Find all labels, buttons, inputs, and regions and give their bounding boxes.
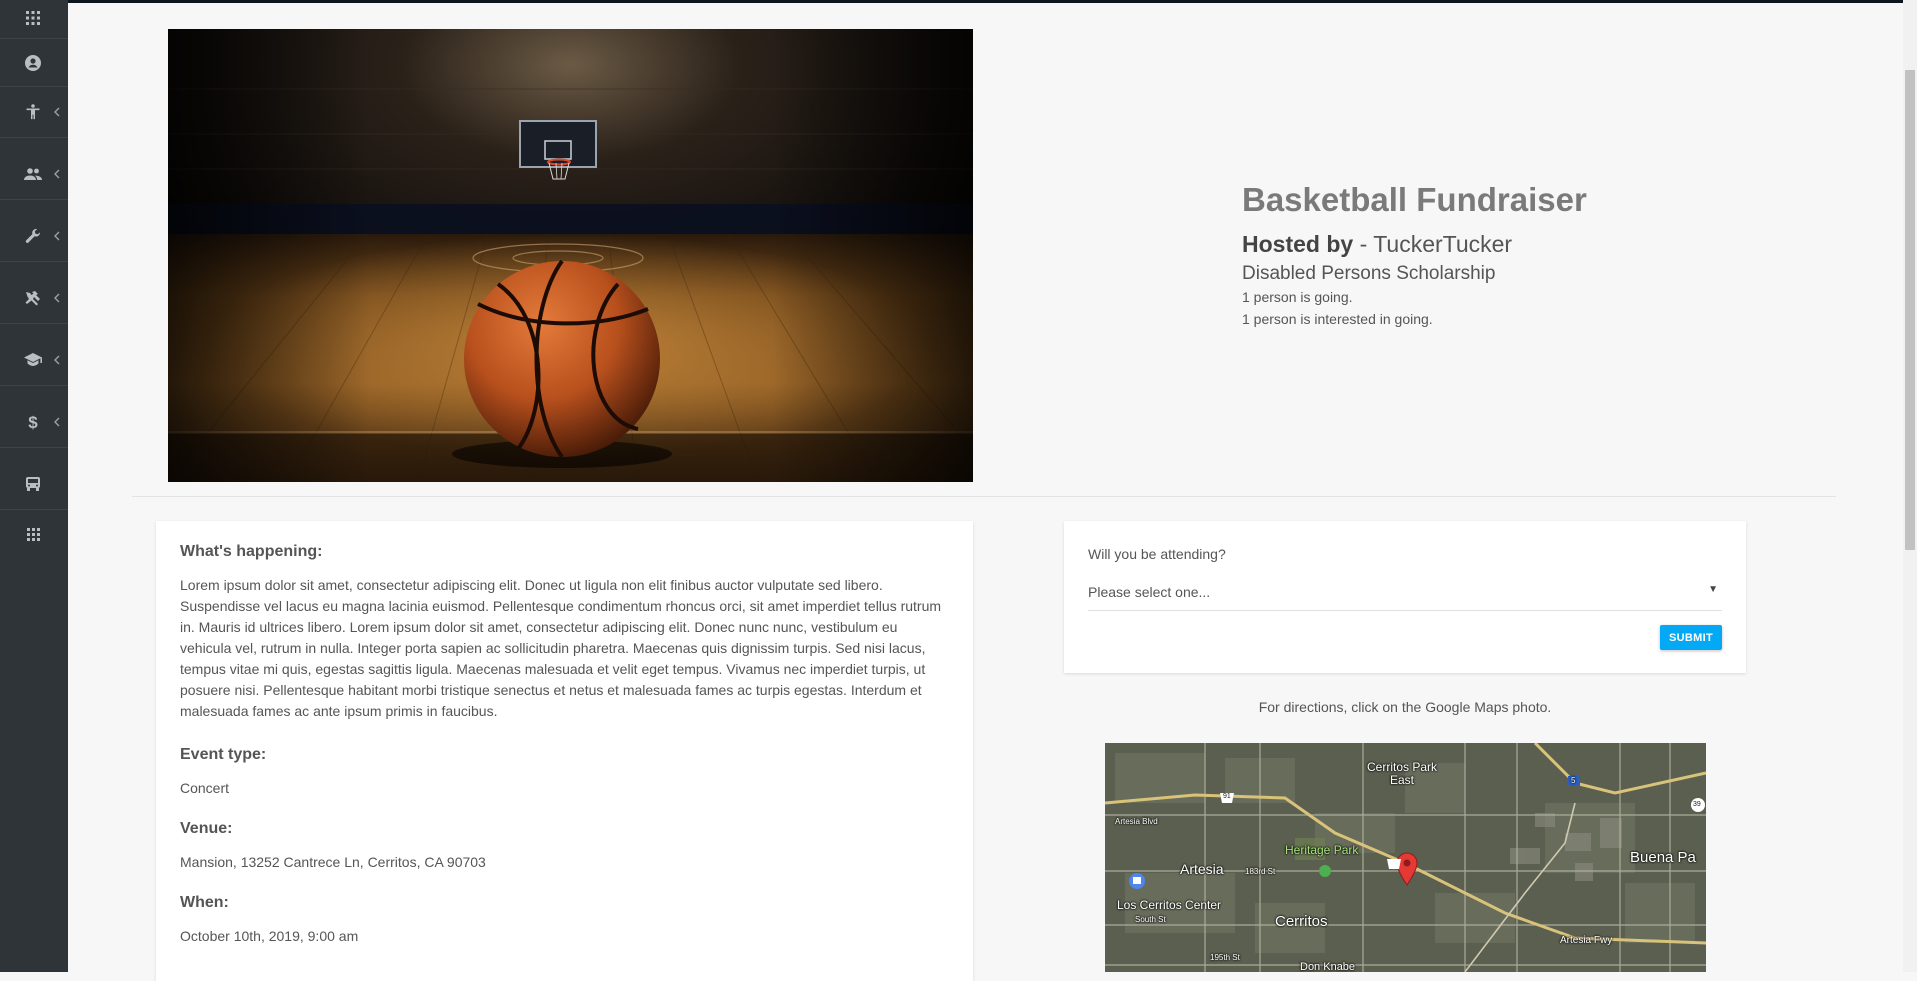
whats-happening-heading: What's happening: <box>180 543 323 560</box>
event-host: Hosted by - TuckerTucker <box>1242 230 1587 258</box>
map-label-195th-st: 195th St <box>1210 953 1240 962</box>
map-label-183rd-st: 183rd St <box>1245 867 1276 876</box>
directions-text: For directions, click on the Google Maps… <box>1258 699 1552 715</box>
submit-button[interactable]: SUBMIT <box>1660 625 1722 650</box>
when-heading: When: <box>180 894 229 911</box>
chevron-left-icon <box>51 229 61 243</box>
hosted-by-label: Hosted by <box>1242 231 1354 257</box>
event-type-value: Concert <box>180 780 230 796</box>
bus-icon <box>23 474 43 494</box>
people-icon <box>23 164 43 184</box>
attendance-question: Will you be attending? <box>1088 546 1226 562</box>
route-39-shield: 39 <box>1693 801 1701 808</box>
event-details-card: What's happening: Lorem ipsum dolor sit … <box>156 521 973 981</box>
map-label-south-st: South St <box>1135 915 1166 924</box>
sidebar-item-account[interactable] <box>0 51 68 75</box>
svg-text:$: $ <box>28 413 38 431</box>
account-circle-icon <box>23 53 43 73</box>
attendance-select-value: Please select one... <box>1088 584 1211 600</box>
venue-value: Mansion, 13252 Cantrece Ln, Cerritos, CA… <box>180 854 486 870</box>
dropdown-arrow-icon: ▼ <box>1708 584 1718 595</box>
map-label-buena-park: Buena Pa <box>1630 849 1696 866</box>
going-count: 1 person is going. <box>1242 289 1353 305</box>
sidebar-item-people[interactable] <box>0 162 68 186</box>
grid-icon <box>23 524 43 544</box>
sidebar-divider <box>0 86 68 87</box>
sidebar-nav: $ <box>0 0 68 972</box>
host-separator: - <box>1353 231 1374 257</box>
attendance-select[interactable]: Please select one... ▼ <box>1088 578 1722 611</box>
event-description: Lorem ipsum dolor sit amet, consectetur … <box>180 577 942 719</box>
map-label-los-cerritos-center: Los Cerritos Center <box>1117 898 1222 912</box>
chevron-left-icon <box>51 167 61 181</box>
sidebar-divider <box>0 509 68 510</box>
sidebar-divider <box>0 137 68 138</box>
accessibility-icon <box>23 102 43 122</box>
sidebar-item-finance[interactable]: $ <box>0 410 68 434</box>
sidebar-divider <box>0 385 68 386</box>
map-label-artesia: Artesia <box>1180 861 1224 877</box>
tools-icon <box>23 288 43 308</box>
sidebar-divider <box>0 38 68 39</box>
chevron-left-icon <box>51 353 61 367</box>
chevron-left-icon <box>51 415 61 429</box>
map-label-heritage-park: Heritage Park <box>1285 843 1359 857</box>
sidebar-item-apps[interactable] <box>0 6 68 30</box>
scrollbar-thumb[interactable] <box>1905 70 1915 550</box>
map-label-artesia-fwy: Artesia Fwy <box>1560 935 1613 946</box>
route-91-shield: 91 <box>1223 793 1231 800</box>
map-label-artesia-blvd: Artesia Blvd <box>1115 817 1158 826</box>
event-title: Basketball Fundraiser <box>1242 181 1587 218</box>
host-name: TuckerTucker <box>1373 231 1513 257</box>
event-organization: Disabled Persons Scholarship <box>1242 263 1496 284</box>
sidebar-divider <box>0 199 68 200</box>
google-map-image[interactable]: Cerritos Park East Heritage Park Artesia… <box>1105 743 1706 972</box>
sidebar-item-maintenance[interactable] <box>0 224 68 248</box>
sidebar-divider <box>0 261 68 262</box>
when-value: October 10th, 2019, 9:00 am <box>180 928 359 944</box>
chevron-left-icon <box>51 105 61 119</box>
event-type-heading: Event type: <box>180 746 267 763</box>
sidebar-item-more[interactable] <box>0 522 68 546</box>
interested-count: 1 person is interested in going. <box>1242 311 1433 327</box>
route-5-shield: 5 <box>1571 776 1576 785</box>
chevron-left-icon <box>51 291 61 305</box>
event-info: Basketball Fundraiser Hosted by - Tucker… <box>1242 180 1587 330</box>
page-scrollbar[interactable] <box>1903 0 1917 972</box>
map-label-don-knabe: Don Knabe <box>1300 961 1356 972</box>
map-label-cerritos-park-east: Cerritos Park East <box>1367 760 1438 787</box>
sidebar-divider <box>0 447 68 448</box>
map-label-cerritos: Cerritos <box>1275 913 1328 930</box>
rsvp-card: Will you be attending? Please select one… <box>1064 521 1746 673</box>
section-divider <box>132 496 1836 497</box>
sidebar-divider <box>0 323 68 324</box>
dollar-icon: $ <box>23 412 43 432</box>
sidebar-item-transport[interactable] <box>0 472 68 496</box>
apps-grid-icon <box>23 8 43 28</box>
top-progress-line <box>0 0 1917 3</box>
venue-heading: Venue: <box>180 820 233 837</box>
graduation-cap-icon <box>23 350 43 370</box>
event-hero-image <box>168 29 973 482</box>
wrench-icon <box>23 226 43 246</box>
sidebar-item-education[interactable] <box>0 348 68 372</box>
sidebar-item-accessibility[interactable] <box>0 100 68 124</box>
sidebar-item-tools[interactable] <box>0 286 68 310</box>
